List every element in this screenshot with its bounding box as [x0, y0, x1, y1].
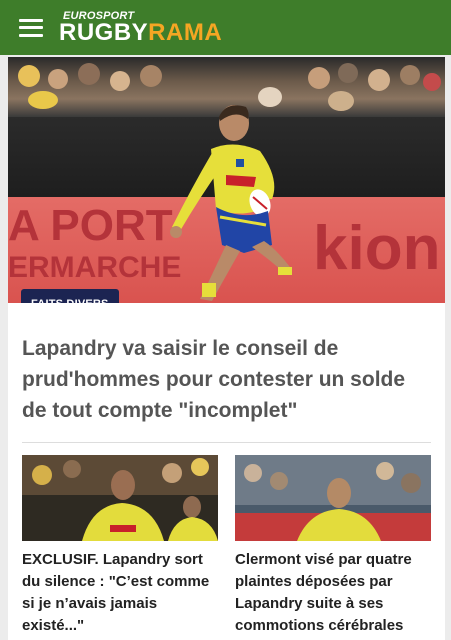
related-title-2[interactable]: Clermont visé par quatre plaintes déposé…: [235, 549, 435, 637]
related-image-1: [22, 455, 218, 541]
divider: [22, 442, 431, 443]
related-title-1[interactable]: EXCLUSIF. Lapandry sort du silence : "C’…: [22, 549, 222, 637]
player-figure: [170, 105, 292, 301]
top-bar: EUROSPORT RUGBYRAMA: [0, 0, 451, 55]
logo-rugby: RUGBY: [59, 18, 149, 46]
logo-rama: RAMA: [148, 18, 223, 46]
logo-wordmark: RUGBYRAMA: [59, 18, 223, 46]
site-logo[interactable]: EUROSPORT RUGBYRAMA: [59, 10, 223, 46]
related-image-2: [235, 455, 431, 541]
headline[interactable]: Lapandry va saisir le conseil de prud'ho…: [22, 333, 432, 426]
related-thumbnail-2[interactable]: [235, 455, 431, 541]
ad-banner-text-3: kion: [313, 214, 441, 283]
category-badge[interactable]: FAITS DIVERS: [21, 289, 119, 303]
hero-image[interactable]: A PORT ERMARCHE kion: [8, 57, 445, 303]
ad-banner-text-1: A PORT: [8, 201, 173, 250]
hamburger-menu-icon[interactable]: [19, 18, 43, 37]
article-card[interactable]: A PORT ERMARCHE kion Lapandry va saisir …: [8, 57, 445, 640]
related-thumbnail-1[interactable]: [22, 455, 218, 541]
